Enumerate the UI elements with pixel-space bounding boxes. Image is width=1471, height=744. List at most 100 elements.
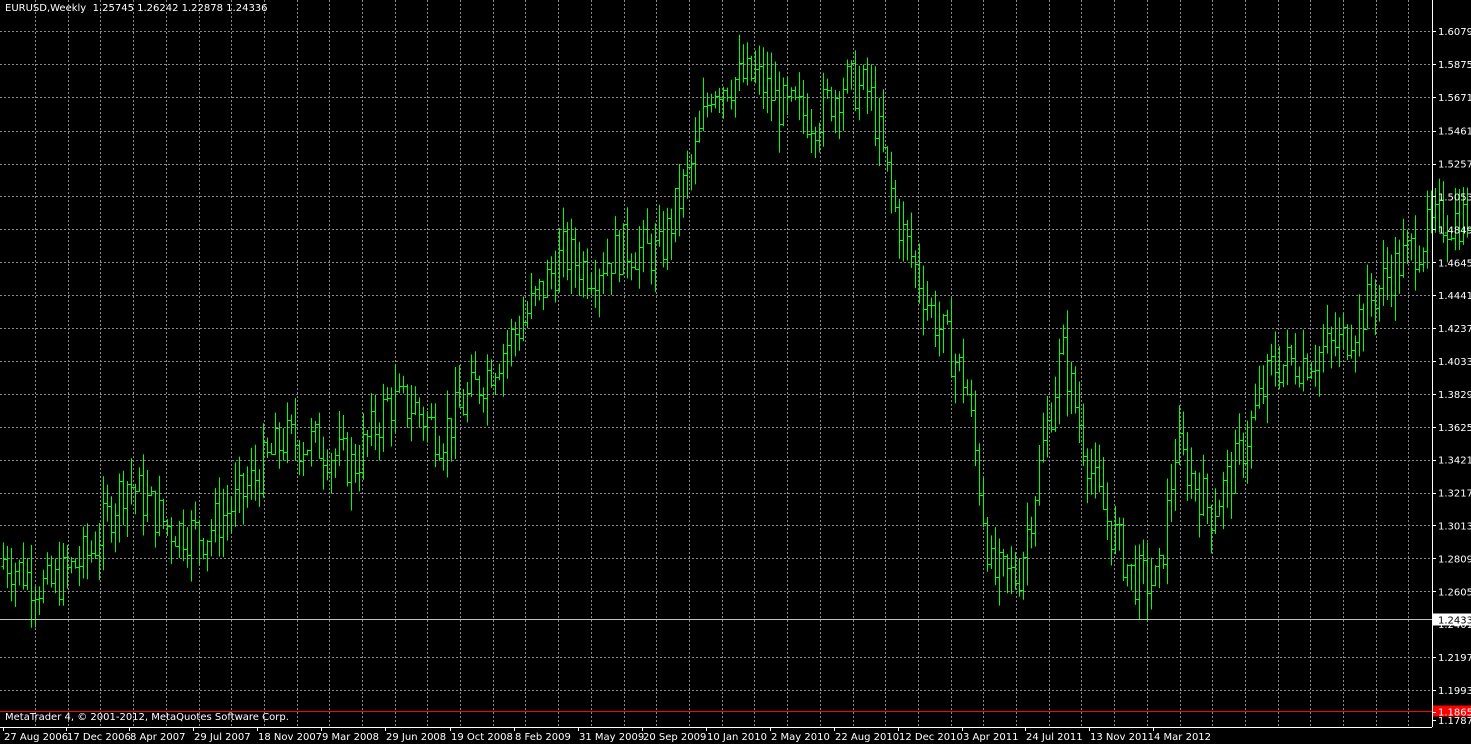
price-bar bbox=[213, 488, 218, 543]
price-bar bbox=[285, 402, 290, 464]
price-bar bbox=[741, 44, 746, 83]
price-bar bbox=[997, 538, 1002, 606]
price-bar bbox=[477, 375, 482, 405]
price-bar bbox=[777, 71, 782, 153]
price-bar bbox=[61, 542, 66, 606]
price-bar bbox=[117, 473, 122, 543]
price-bar bbox=[45, 552, 50, 585]
price-bar bbox=[29, 544, 34, 628]
time-tick-label: 10 Jan 2010 bbox=[707, 732, 767, 743]
price-bar bbox=[209, 519, 214, 557]
price-bar bbox=[1305, 353, 1310, 381]
price-bar bbox=[601, 252, 606, 294]
price-bar bbox=[1417, 245, 1422, 273]
price-bar bbox=[441, 443, 446, 471]
price-bar bbox=[1313, 344, 1318, 387]
price-bar bbox=[873, 66, 878, 147]
price-bar bbox=[1053, 376, 1058, 432]
price-bar bbox=[717, 87, 722, 113]
price-lines bbox=[0, 619, 1432, 712]
price-bar bbox=[1225, 449, 1230, 508]
chart-window[interactable]: 1.60790 1.58750 1.56710 1.54610 1.52570 1.505… bbox=[0, 0, 1471, 744]
price-bar bbox=[1089, 448, 1094, 495]
price-bar bbox=[965, 379, 970, 396]
price-bar bbox=[365, 430, 370, 457]
price-tick-label: 1.50530 bbox=[1438, 192, 1471, 203]
price-bar bbox=[1281, 364, 1286, 388]
price-bar bbox=[9, 547, 14, 602]
price-bar bbox=[325, 449, 330, 481]
price-bar bbox=[57, 541, 62, 606]
price-bar bbox=[1125, 564, 1130, 587]
price-bar bbox=[1365, 264, 1370, 330]
price-bar bbox=[33, 586, 38, 628]
price-bar bbox=[1341, 313, 1346, 349]
price-bar bbox=[109, 496, 114, 543]
price-tick-label: 1.42370 bbox=[1438, 324, 1471, 335]
price-bar bbox=[305, 449, 310, 456]
price-bar bbox=[377, 422, 382, 461]
time-tick-label: 4 Mar 2012 bbox=[1154, 732, 1211, 743]
price-bar bbox=[697, 110, 702, 143]
price-bar bbox=[25, 557, 30, 591]
price-bar bbox=[473, 351, 478, 380]
grid-horizontal bbox=[0, 31, 1432, 691]
price-bar bbox=[1229, 451, 1234, 519]
price-bar bbox=[689, 154, 694, 191]
price-bar bbox=[233, 462, 238, 527]
price-bar bbox=[145, 469, 150, 522]
price-bar bbox=[149, 486, 154, 497]
price-bar bbox=[857, 65, 862, 121]
price-bar bbox=[1261, 365, 1266, 405]
price-bar bbox=[349, 437, 354, 511]
price-bar bbox=[353, 443, 358, 483]
price-bar bbox=[833, 89, 838, 134]
price-bar bbox=[137, 467, 142, 492]
price-bar bbox=[1005, 554, 1010, 594]
price-axis: 1.60790 1.58750 1.56710 1.54610 1.52570 1.505… bbox=[1432, 27, 1471, 727]
price-bar bbox=[1197, 472, 1202, 538]
price-bar bbox=[637, 226, 642, 289]
price-bar bbox=[613, 216, 618, 274]
price-bar bbox=[469, 354, 474, 397]
bid-label: 1.24336 bbox=[1438, 616, 1471, 627]
price-bar bbox=[901, 201, 906, 262]
price-bar bbox=[21, 542, 26, 590]
time-tick-label: 24 Jul 2011 bbox=[1026, 732, 1083, 743]
price-bar bbox=[1025, 502, 1030, 586]
time-tick-label: 3 Apr 2011 bbox=[963, 732, 1018, 743]
price-bar bbox=[669, 208, 674, 260]
price-bar bbox=[1101, 456, 1106, 510]
price-bar bbox=[373, 394, 378, 451]
price-bar bbox=[1065, 310, 1070, 417]
price-bar bbox=[37, 586, 42, 615]
copyright-text: MetaTrader 4, © 2001-2012, MetaQuotes So… bbox=[5, 712, 289, 723]
price-bar bbox=[1253, 383, 1258, 421]
price-bar bbox=[309, 417, 314, 467]
price-bar bbox=[1081, 403, 1086, 466]
price-bar bbox=[49, 555, 54, 588]
price-bar bbox=[793, 86, 798, 101]
price-bar bbox=[329, 452, 334, 494]
price-bar bbox=[649, 233, 654, 285]
price-chart[interactable]: 1.60790 1.58750 1.56710 1.54610 1.52570 1.505… bbox=[0, 0, 1471, 744]
price-bar bbox=[729, 79, 734, 110]
price-bar bbox=[249, 447, 254, 500]
price-bar bbox=[1369, 273, 1374, 317]
price-bar bbox=[1237, 413, 1242, 465]
price-bar bbox=[681, 169, 686, 218]
price-bar bbox=[1033, 496, 1038, 547]
price-bar bbox=[237, 456, 242, 514]
price-bar bbox=[749, 55, 754, 82]
price-bar bbox=[1301, 329, 1306, 392]
price-bar bbox=[1129, 563, 1134, 591]
price-bar bbox=[957, 353, 962, 372]
price-tick-label: 1.32170 bbox=[1438, 489, 1471, 500]
price-bar bbox=[909, 212, 914, 268]
time-tick-label: 31 May 2009 bbox=[579, 732, 644, 743]
price-bar bbox=[1029, 516, 1034, 549]
price-bar bbox=[1293, 333, 1298, 385]
price-bar bbox=[989, 535, 994, 569]
price-bar bbox=[1173, 438, 1178, 511]
price-bar bbox=[561, 207, 566, 278]
